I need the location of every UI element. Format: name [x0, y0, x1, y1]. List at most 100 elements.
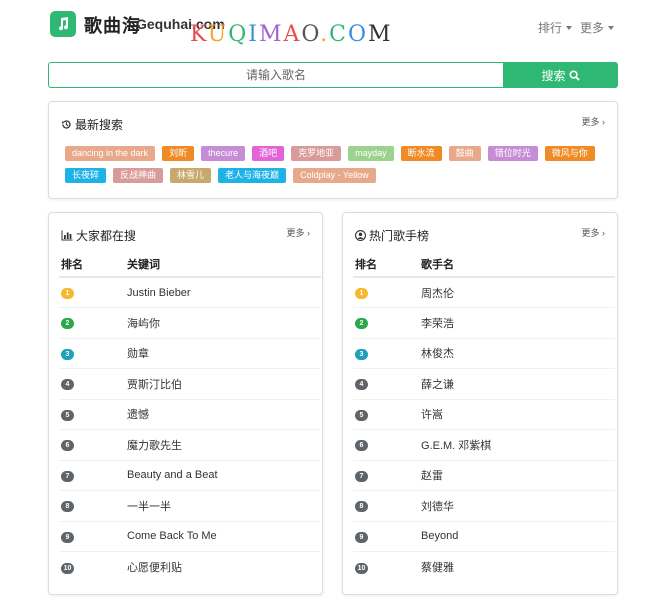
nav-rank-menu[interactable]: 排行	[538, 19, 573, 36]
search-tag[interactable]: 断水流	[400, 146, 442, 161]
nav-more-label: 更多	[580, 21, 605, 35]
singer-link[interactable]: 刘德华	[419, 490, 615, 521]
table-row[interactable]: 2 海屿你	[59, 307, 321, 338]
popular-more-link[interactable]: 更多 ›	[286, 226, 310, 239]
table-row[interactable]: 3 林俊杰	[353, 337, 615, 369]
search-tag[interactable]: Coldplay - Yellow	[293, 168, 376, 183]
table-row[interactable]: 1 Justin Bieber	[59, 277, 321, 308]
singer-link[interactable]: 林俊杰	[419, 337, 615, 369]
rank-badge: 6	[61, 440, 74, 452]
table-row[interactable]: 2 李荣浩	[353, 307, 615, 338]
hot-singers-title-text: 热门歌手榜	[369, 229, 430, 243]
singer-link[interactable]: 周杰伦	[419, 277, 615, 308]
table-row[interactable]: 8 刘德华	[353, 490, 615, 521]
table-row[interactable]: 7 赵雷	[353, 459, 615, 491]
singer-link[interactable]: G.E.M. 邓紫棋	[419, 429, 615, 460]
table-row[interactable]: 4 贾斯汀比伯	[59, 368, 321, 399]
keyword-link[interactable]: 贾斯汀比伯	[125, 368, 321, 399]
recent-search-title: 最新搜索	[61, 116, 123, 133]
header: 歌曲海 Gequhai.com KUQIMAO.COM 排行 更多	[0, 0, 666, 50]
rank-cell: 7	[59, 459, 125, 491]
singer-link[interactable]: 蔡健雅	[419, 551, 615, 582]
table-row[interactable]: 6 魔力歌先生	[59, 429, 321, 460]
search-icon	[568, 69, 580, 81]
rank-cell: 6	[59, 429, 125, 460]
table-row[interactable]: 9 Come Back To Me	[59, 520, 321, 552]
music-note-icon	[59, 17, 69, 31]
rank-cell: 3	[59, 337, 125, 369]
search-tag[interactable]: mayday	[348, 146, 394, 161]
search-tag[interactable]: thecure	[201, 146, 246, 161]
hot-singers-title: 热门歌手榜	[355, 227, 429, 244]
table-row[interactable]: 10 心愿便利贴	[59, 551, 321, 582]
rank-cell: 9	[59, 520, 125, 552]
table-row[interactable]: 7 Beauty and a Beat	[59, 459, 321, 491]
search-tag[interactable]: 酒吧	[252, 146, 285, 161]
nav-rank-label: 排行	[538, 21, 563, 35]
rank-badge: 2	[61, 318, 74, 330]
table-row[interactable]: 10 蔡健雅	[353, 551, 615, 582]
search-tag[interactable]: 反战神曲	[113, 168, 164, 183]
watermark-logo: KUQIMAO.COM	[190, 22, 393, 47]
keyword-link[interactable]: 勋章	[125, 337, 321, 369]
keyword-link[interactable]: 遗憾	[125, 398, 321, 430]
table-row[interactable]: 5 遗憾	[59, 398, 321, 430]
caret-down-icon	[566, 26, 573, 30]
search-button-label: 搜索	[541, 68, 566, 83]
table-row[interactable]: 8 一半一半	[59, 490, 321, 521]
keyword-link[interactable]: 心愿便利贴	[125, 551, 321, 582]
nav-more-menu[interactable]: 更多	[580, 19, 615, 36]
rank-cell: 5	[59, 398, 125, 430]
keyword-link[interactable]: 魔力歌先生	[125, 429, 321, 460]
rank-cell: 2	[353, 307, 419, 338]
singer-link[interactable]: 薛之谦	[419, 368, 615, 399]
rank-badge: 4	[355, 379, 368, 391]
singer-link[interactable]: 许嵩	[419, 398, 615, 430]
search-button[interactable]: 搜索	[503, 62, 618, 88]
popular-search-card: 大家都在搜 更多 › 排名 关键词 1 Justin Bieber 2 海屿你 3 勋章 4…	[48, 212, 323, 595]
table-row[interactable]: 3 勋章	[59, 337, 321, 369]
table-row[interactable]: 1 周杰伦	[353, 277, 615, 308]
singers-more-link[interactable]: 更多 ›	[581, 226, 605, 239]
search-tag[interactable]: 老人与海夜巅	[218, 168, 287, 183]
recent-search-title-text: 最新搜索	[75, 118, 124, 132]
rank-cell: 3	[353, 337, 419, 369]
singers-table: 排名 歌手名 1 周杰伦 2 李荣浩 3 林俊杰 4 薛之谦 5 许嵩 6 G.E.M. 邓紫棋 7 赵雷…	[353, 251, 615, 582]
keyword-link[interactable]: Come Back To Me	[125, 520, 321, 552]
search-tag[interactable]: 微风与你	[544, 146, 595, 161]
rank-cell: 4	[59, 368, 125, 399]
recent-more-link[interactable]: 更多 ›	[581, 115, 605, 128]
logo[interactable]	[50, 11, 76, 37]
history-icon	[61, 120, 71, 129]
search-tag[interactable]: 鼓曲	[448, 146, 481, 161]
popular-table-body: 1 Justin Bieber 2 海屿你 3 勋章 4 贾斯汀比伯 5 遗憾 6 魔力歌先生 7 Bea…	[59, 277, 321, 582]
keyword-link[interactable]: Beauty and a Beat	[125, 459, 321, 491]
singer-link[interactable]: 李荣浩	[419, 307, 615, 338]
search-tag[interactable]: 林雪儿	[170, 168, 212, 183]
singer-link[interactable]: 赵雷	[419, 459, 615, 491]
search-input[interactable]	[48, 62, 503, 88]
popular-search-title: 大家都在搜	[61, 227, 136, 244]
rank-cell: 9	[353, 520, 419, 552]
singer-link[interactable]: Beyond	[419, 520, 615, 552]
rank-badge: 10	[355, 562, 368, 574]
rank-cell: 8	[353, 490, 419, 521]
table-row[interactable]: 5 许嵩	[353, 398, 615, 430]
search-tag[interactable]: 克罗地亚	[291, 146, 342, 161]
keyword-link[interactable]: 一半一半	[125, 490, 321, 521]
keyword-link[interactable]: Justin Bieber	[125, 277, 321, 308]
table-row[interactable]: 9 Beyond	[353, 520, 615, 552]
keyword-link[interactable]: 海屿你	[125, 307, 321, 338]
search-tag[interactable]: 错位时光	[487, 146, 538, 161]
search-tag[interactable]: 刘昕	[162, 146, 195, 161]
table-row[interactable]: 6 G.E.M. 邓紫棋	[353, 429, 615, 460]
search-tag[interactable]: dancing in the dark	[65, 146, 156, 161]
recent-tags: dancing in the dark 刘昕 thecure 酒吧 克罗地亚 mayday…	[65, 146, 605, 190]
table-row[interactable]: 4 薛之谦	[353, 368, 615, 399]
search-tag[interactable]: 长夜碎	[65, 168, 107, 183]
rank-badge: 9	[355, 531, 368, 543]
rank-cell: 10	[59, 551, 125, 582]
recent-more-label: 更多	[581, 117, 600, 127]
rank-cell: 6	[353, 429, 419, 460]
col-header-rank: 排名	[353, 251, 419, 278]
